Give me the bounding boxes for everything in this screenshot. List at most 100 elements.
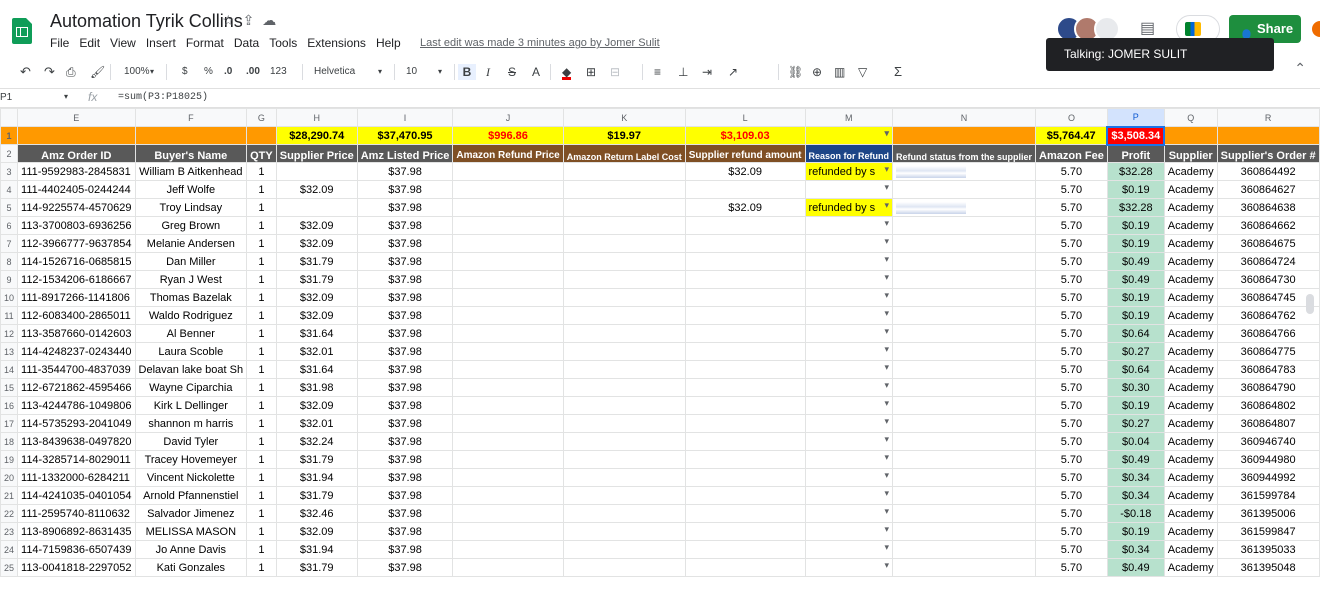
font-family-select[interactable]: Helvetica: [314, 64, 355, 80]
account-avatar[interactable]: [1312, 21, 1320, 37]
row-number[interactable]: 22: [0, 504, 19, 523]
label-cost-cell[interactable]: [562, 342, 686, 361]
supplier-order-cell[interactable]: 360864745: [1216, 288, 1320, 307]
star-icon[interactable]: ☆: [222, 12, 243, 28]
label-cost-cell[interactable]: [562, 396, 686, 415]
supplier-order-cell[interactable]: 360864790: [1216, 378, 1320, 397]
label-cost-cell[interactable]: [562, 558, 686, 577]
order-id-cell[interactable]: 113-3700803-6936256: [17, 216, 136, 235]
refund-status-cell[interactable]: [892, 180, 1037, 199]
increase-decimal-button[interactable]: .00: [246, 64, 260, 80]
supplier-price-cell[interactable]: $32.09: [275, 306, 358, 325]
listed-price-cell[interactable]: $37.98: [356, 252, 454, 271]
refund-status-cell[interactable]: [892, 396, 1037, 415]
refund-status-cell[interactable]: [892, 288, 1037, 307]
qty-cell[interactable]: 1: [246, 288, 277, 307]
supplier-price-cell[interactable]: $31.64: [275, 360, 358, 379]
qty-cell[interactable]: 1: [246, 486, 277, 505]
listed-price-cell[interactable]: $37.98: [356, 450, 454, 469]
amazon-fee-cell[interactable]: 5.70: [1035, 540, 1108, 559]
amazon-fee-cell[interactable]: 5.70: [1035, 378, 1108, 397]
qty-cell[interactable]: 1: [246, 558, 277, 577]
supplier-order-cell[interactable]: 361599784: [1216, 486, 1320, 505]
amazon-fee-cell[interactable]: 5.70: [1035, 486, 1108, 505]
supplier-cell[interactable]: Academy: [1163, 162, 1218, 181]
buyer-name-cell[interactable]: Jeff Wolfe: [134, 180, 248, 199]
qty-cell[interactable]: 1: [246, 360, 277, 379]
qty-cell[interactable]: 1: [246, 342, 277, 361]
order-id-cell[interactable]: 111-8917266-1141806: [17, 288, 136, 307]
supplier-order-cell[interactable]: 360864783: [1216, 360, 1320, 379]
header-q[interactable]: Supplier: [1163, 144, 1218, 163]
supplier-order-cell[interactable]: 360864662: [1216, 216, 1320, 235]
supplier-price-cell[interactable]: $32.09: [275, 216, 358, 235]
zoom-select[interactable]: 100%: [124, 64, 150, 80]
supplier-price-cell[interactable]: $32.09: [275, 180, 358, 199]
supplier-refund-cell[interactable]: [684, 270, 806, 289]
profit-cell[interactable]: $32.28: [1106, 198, 1165, 217]
refund-price-cell[interactable]: [452, 162, 564, 181]
refund-price-cell[interactable]: [452, 216, 564, 235]
supplier-refund-cell[interactable]: [684, 504, 806, 523]
supplier-cell[interactable]: Academy: [1163, 324, 1218, 343]
row-number[interactable]: 13: [0, 342, 19, 361]
qty-cell[interactable]: 1: [246, 378, 277, 397]
reason-cell[interactable]: ▾: [804, 450, 894, 469]
dropdown-arrow-icon[interactable]: ▾: [885, 506, 890, 517]
dropdown-arrow-icon[interactable]: ▾: [885, 236, 890, 247]
buyer-name-cell[interactable]: Waldo Rodriguez: [134, 306, 248, 325]
formula-input[interactable]: =sum(P3:P18025): [118, 92, 208, 103]
supplier-refund-cell[interactable]: [684, 522, 806, 541]
supplier-refund-cell[interactable]: [684, 468, 806, 487]
supplier-price-cell[interactable]: $32.09: [275, 396, 358, 415]
total-cell-n[interactable]: [892, 126, 1037, 145]
text-rotation-icon[interactable]: ↗: [728, 64, 738, 80]
buyer-name-cell[interactable]: Al Benner: [134, 324, 248, 343]
reason-cell[interactable]: ▾: [804, 522, 894, 541]
amazon-fee-cell[interactable]: 5.70: [1035, 522, 1108, 541]
reason-cell[interactable]: ▾: [804, 558, 894, 577]
row-number[interactable]: 16: [0, 396, 19, 415]
reason-cell[interactable]: refunded by s ▾: [804, 162, 894, 181]
total-cell-j[interactable]: $996.86: [452, 126, 564, 145]
menu-help[interactable]: Help: [376, 36, 401, 50]
currency-format-button[interactable]: $: [182, 64, 188, 80]
text-wrapping-icon[interactable]: ⇥: [702, 64, 712, 80]
buyer-name-cell[interactable]: Ryan J West: [134, 270, 248, 289]
total-cell-l[interactable]: $3,109.03: [684, 126, 806, 145]
qty-cell[interactable]: 1: [246, 468, 277, 487]
menu-view[interactable]: View: [110, 36, 136, 50]
dropdown-arrow-icon[interactable]: ▾: [885, 470, 890, 481]
amazon-fee-cell[interactable]: 5.70: [1035, 558, 1108, 577]
supplier-price-cell[interactable]: $31.79: [275, 450, 358, 469]
refund-price-cell[interactable]: [452, 252, 564, 271]
listed-price-cell[interactable]: $37.98: [356, 486, 454, 505]
profit-cell[interactable]: $0.04: [1106, 432, 1165, 451]
amazon-fee-cell[interactable]: 5.70: [1035, 162, 1108, 181]
buyer-name-cell[interactable]: David Tyler: [134, 432, 248, 451]
supplier-refund-cell[interactable]: [684, 306, 806, 325]
refund-price-cell[interactable]: [452, 234, 564, 253]
amazon-fee-cell[interactable]: 5.70: [1035, 324, 1108, 343]
filter-icon[interactable]: ▽: [858, 64, 867, 80]
header-o[interactable]: Amazon Fee: [1035, 144, 1108, 163]
buyer-name-cell[interactable]: Tracey Hovemeyer: [134, 450, 248, 469]
refund-price-cell[interactable]: [452, 270, 564, 289]
profit-cell[interactable]: $0.19: [1106, 306, 1165, 325]
insert-link-icon[interactable]: ⛓: [788, 64, 803, 80]
buyer-name-cell[interactable]: MELISSA MASON: [134, 522, 248, 541]
supplier-refund-cell[interactable]: [684, 234, 806, 253]
supplier-refund-cell[interactable]: [684, 396, 806, 415]
supplier-price-cell[interactable]: [275, 162, 358, 181]
strikethrough-button[interactable]: S: [508, 64, 516, 80]
dropdown-arrow-icon[interactable]: ▾: [885, 362, 890, 373]
header-g[interactable]: QTY: [246, 144, 277, 163]
supplier-order-cell[interactable]: 360864627: [1216, 180, 1320, 199]
refund-status-cell[interactable]: [892, 468, 1037, 487]
supplier-cell[interactable]: Academy: [1163, 360, 1218, 379]
menu-edit[interactable]: Edit: [79, 36, 100, 50]
order-id-cell[interactable]: 111-9592983-2845831: [17, 162, 136, 181]
total-cell-g[interactable]: [246, 126, 277, 145]
label-cost-cell[interactable]: [562, 486, 686, 505]
dropdown-arrow-icon[interactable]: ▾: [885, 290, 890, 301]
